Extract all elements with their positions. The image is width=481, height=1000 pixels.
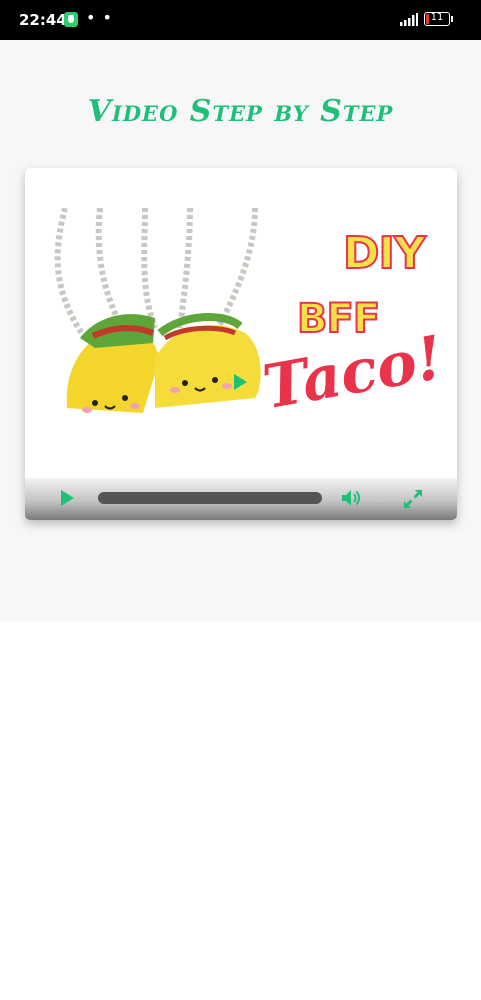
battery-level: 11: [430, 12, 444, 23]
volume-icon[interactable]: [341, 489, 361, 507]
video-controls: [25, 478, 457, 520]
battery-tip: [451, 16, 453, 22]
fullscreen-icon[interactable]: [403, 489, 423, 509]
status-bar: 22:44 • • 11: [0, 0, 481, 40]
shield-icon: [64, 12, 78, 27]
battery-icon: 11: [424, 12, 450, 26]
main-content: Video Step by Step DIY BFF Taco!: [0, 40, 481, 621]
center-play-icon[interactable]: [234, 374, 247, 390]
thumb-text-diy: DIY: [342, 227, 427, 280]
status-time: 22:44: [19, 11, 67, 29]
notification-dots: • •: [86, 8, 113, 27]
progress-bar[interactable]: [98, 492, 322, 504]
play-icon[interactable]: [61, 490, 74, 506]
video-thumbnail[interactable]: DIY BFF Taco!: [25, 207, 457, 478]
video-player[interactable]: DIY BFF Taco!: [25, 168, 457, 520]
signal-icon: [400, 13, 418, 26]
page-title: Video Step by Step: [87, 94, 394, 129]
